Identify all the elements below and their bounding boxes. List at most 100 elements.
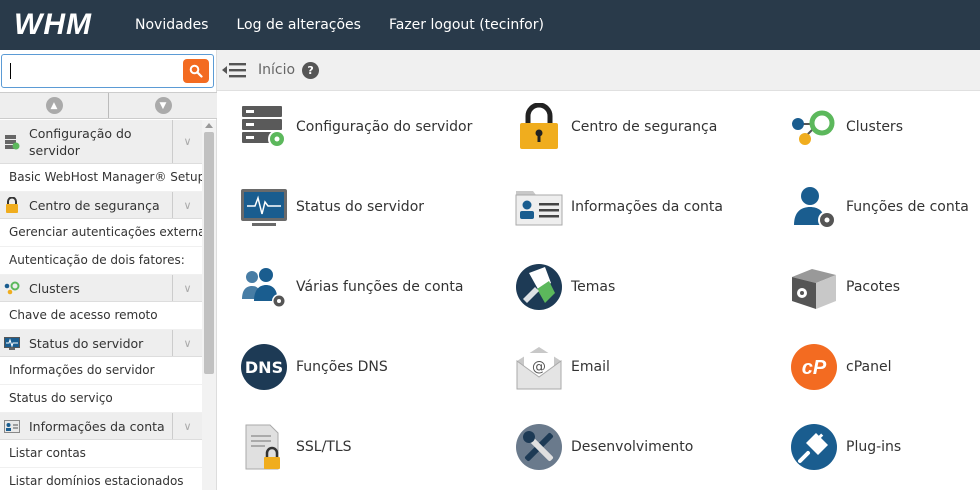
scrollbar-thumb[interactable] [204,132,214,374]
tile-label: Desenvolvimento [571,439,694,455]
sidebar-category-label: Status do servidor [29,335,144,351]
top-nav: Novidades Log de alterações Fazer logout… [135,17,572,33]
sidebar-category-server-config[interactable]: Configuração do servidor ∨ [0,120,202,164]
id-card-icon [3,417,21,435]
tile-label: Clusters [846,119,903,135]
changelog-link[interactable]: Log de alterações [236,17,360,33]
user-gear-icon [790,183,838,231]
help-icon[interactable]: ? [302,61,320,79]
ssl-certificate-icon [240,423,288,471]
tile-themes[interactable]: Temas [515,263,615,311]
monitor-icon [3,334,21,352]
tile-ssl-tls[interactable]: SSL/TLS [240,423,352,471]
tile-label: Funções de conta [846,199,969,215]
sidebar-link[interactable]: Autenticação de dois fatores: [0,247,202,275]
collapse-menu-icon[interactable] [221,58,249,82]
sidebar-category-server-status[interactable]: Status do servidor ∨ [0,330,202,357]
tile-server-config[interactable]: Configuração do servidor [240,103,472,151]
arrow-down-icon: ▼ [154,97,172,114]
tile-label: Email [571,359,610,375]
svg-text:cP: cP [802,357,827,379]
scroll-arrow-up-icon[interactable] [205,123,213,128]
tile-label: Plug-ins [846,439,902,455]
svg-text:@: @ [532,359,546,375]
sidebar-category-label: Informações da conta [29,418,165,434]
clusters-icon [3,279,21,297]
svg-text:DNS: DNS [245,358,283,377]
search-icon [189,64,203,78]
sidebar-link[interactable]: Listar domínios estacionados [0,468,202,490]
chevron-down-icon[interactable]: ∨ [172,330,202,356]
breadcrumb: Início ? [217,50,980,91]
clusters-icon [790,103,838,151]
chevron-down-icon[interactable]: ∨ [172,413,202,439]
plug-icon [790,423,838,471]
sidebar-link[interactable]: Informações do servidor [0,357,202,385]
search-button[interactable] [183,59,209,83]
chevron-down-icon[interactable]: ∨ [172,275,202,301]
chevron-down-icon[interactable]: ∨ [172,120,202,163]
sidebar-category-label: Centro de segurança [29,197,160,213]
tile-multi-account-functions[interactable]: Várias funções de conta [240,263,464,311]
tile-packages[interactable]: Pacotes [790,263,900,311]
tile-dns-functions[interactable]: DNS Funções DNS [240,343,388,391]
search-input[interactable] [1,54,214,88]
tile-label: Informações da conta [571,199,723,215]
sidebar-link[interactable]: Basic WebHost Manager® Setup [0,164,202,192]
tile-label: Temas [571,279,616,295]
tile-label: Funções DNS [296,359,388,375]
tile-email[interactable]: @ Email [515,343,610,391]
sidebar-link[interactable]: Status do serviço [0,385,202,413]
whm-logo[interactable]: WHM [0,8,135,42]
tile-plugins[interactable]: Plug-ins [790,423,901,471]
sidebar-link[interactable]: Listar contas [0,440,202,468]
tile-development[interactable]: Desenvolvimento [515,423,693,471]
breadcrumb-home[interactable]: Início [258,62,295,78]
users-gear-icon [240,263,288,311]
tile-label: Status do servidor [296,199,425,215]
main-content: Configuração do servidor Centro de segur… [217,91,980,490]
server-config-icon [3,133,21,151]
scroll-up-button[interactable]: ▲ [0,93,109,118]
arrow-up-icon: ▲ [45,97,63,114]
scroll-down-button[interactable]: ▼ [109,93,217,118]
sidebar: ▲ ▼ Configuração do servidor ∨ Basic Web… [0,50,217,490]
tile-label: Centro de segurança [571,119,718,135]
tile-server-status[interactable]: Status do servidor [240,183,424,231]
chevron-down-icon[interactable]: ∨ [172,192,202,218]
tile-label: cPanel [846,359,892,375]
monitor-icon [240,183,288,231]
paint-brush-icon [515,263,563,311]
tile-clusters[interactable]: Clusters [790,103,903,151]
lock-icon [3,196,21,214]
tools-icon [515,423,563,471]
news-link[interactable]: Novidades [135,17,208,33]
dns-icon: DNS [240,343,288,391]
lock-icon [515,103,563,151]
tile-label: Várias funções de conta [296,279,464,295]
sidebar-link[interactable]: Gerenciar autenticações externas [0,219,202,247]
sidebar-category-label: Clusters [29,280,80,296]
cpanel-icon: cP [790,343,838,391]
tile-account-functions[interactable]: Funções de conta [790,183,969,231]
tile-cpanel[interactable]: cP cPanel [790,343,891,391]
top-bar: WHM Novidades Log de alterações Fazer lo… [0,0,980,50]
tile-security-center[interactable]: Centro de segurança [515,103,717,151]
sidebar-scrollbar[interactable] [202,120,216,490]
package-icon [790,263,838,311]
tile-label: Pacotes [846,279,901,295]
logout-link[interactable]: Fazer logout (tecinfor) [389,17,544,33]
tile-label: Configuração do servidor [296,119,473,135]
sidebar-category-clusters[interactable]: Clusters ∨ [0,275,202,302]
id-card-icon [515,183,563,231]
tile-account-info[interactable]: Informações da conta [515,183,723,231]
sidebar-nav: Configuração do servidor ∨ Basic WebHost… [0,120,202,490]
sidebar-category-security[interactable]: Centro de segurança ∨ [0,192,202,219]
sidebar-category-label: Configuração do servidor [29,125,132,158]
sidebar-category-account-info[interactable]: Informações da conta ∨ [0,413,202,440]
server-config-icon [240,103,288,151]
sidebar-scroll-controls: ▲ ▼ [0,92,217,119]
tile-label: SSL/TLS [296,439,352,455]
text-caret [10,63,11,79]
sidebar-link[interactable]: Chave de acesso remoto [0,302,202,330]
